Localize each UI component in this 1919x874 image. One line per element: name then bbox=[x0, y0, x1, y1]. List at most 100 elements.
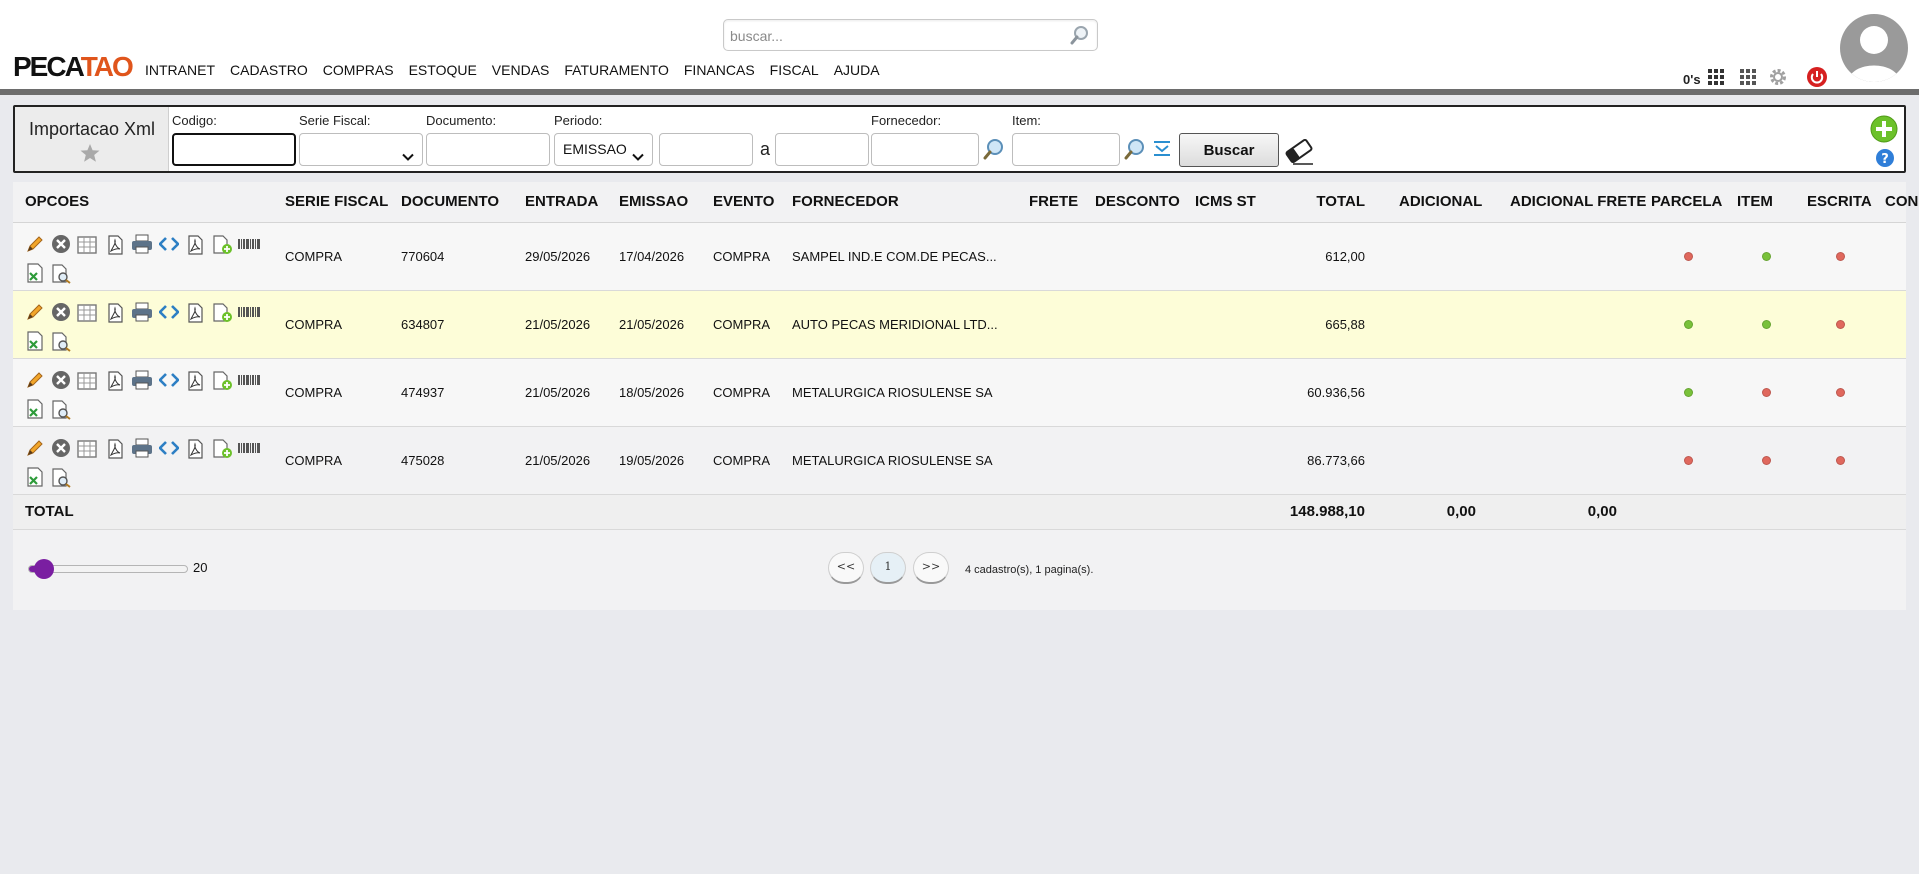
spreadsheet-icon[interactable] bbox=[77, 439, 97, 462]
edit-icon[interactable] bbox=[25, 234, 45, 257]
expand-filters-icon[interactable] bbox=[1153, 140, 1171, 161]
parcela-status-dot[interactable] bbox=[1683, 387, 1693, 397]
barcode-icon[interactable] bbox=[238, 373, 260, 390]
col-header-adicional-frete[interactable]: ADICIONAL FRETE bbox=[1498, 182, 1646, 223]
codigo-input[interactable] bbox=[172, 133, 296, 166]
fornecedor-search-icon[interactable] bbox=[982, 137, 1006, 164]
pdf-icon[interactable] bbox=[105, 303, 125, 326]
edit-icon[interactable] bbox=[25, 302, 45, 325]
grid-icon[interactable] bbox=[1707, 68, 1725, 89]
table-row[interactable]: COMPRA 475028 21/05/2026 19/05/2026 COMP… bbox=[13, 426, 1906, 495]
eraser-icon[interactable] bbox=[1283, 136, 1315, 169]
print-icon[interactable] bbox=[131, 438, 153, 461]
add-document-icon[interactable] bbox=[211, 303, 233, 326]
col-header-conf[interactable]: CONF bbox=[1873, 182, 1919, 223]
add-icon[interactable] bbox=[1870, 115, 1898, 146]
cancel-icon[interactable] bbox=[51, 302, 71, 325]
nav-item-financas[interactable]: FINANCAS bbox=[684, 62, 755, 78]
avatar[interactable] bbox=[1840, 14, 1908, 82]
page-size-slider-thumb[interactable] bbox=[34, 559, 54, 579]
parcela-status-dot[interactable] bbox=[1683, 455, 1693, 465]
gear-icon[interactable] bbox=[1768, 67, 1788, 90]
parcela-status-dot[interactable] bbox=[1683, 251, 1693, 261]
cancel-icon[interactable] bbox=[51, 438, 71, 461]
table-row[interactable]: COMPRA 474937 21/05/2026 18/05/2026 COMP… bbox=[13, 358, 1906, 427]
help-icon[interactable]: ? bbox=[1875, 148, 1895, 171]
power-icon[interactable] bbox=[1806, 66, 1828, 91]
serie-fiscal-select[interactable] bbox=[299, 133, 423, 166]
spreadsheet-icon[interactable] bbox=[77, 371, 97, 394]
nav-item-fiscal[interactable]: FISCAL bbox=[770, 62, 819, 78]
add-document-icon[interactable] bbox=[211, 235, 233, 258]
item-status-dot[interactable] bbox=[1761, 455, 1771, 465]
fornecedor-input[interactable] bbox=[871, 133, 979, 166]
col-header-serie-fiscal[interactable]: SERIE FISCAL bbox=[273, 182, 389, 223]
search-icon[interactable] bbox=[1069, 24, 1091, 49]
col-header-emissao[interactable]: EMISSAO bbox=[607, 182, 701, 223]
col-header-opcoes[interactable]: OPCOES bbox=[13, 182, 273, 223]
view-document-icon[interactable] bbox=[51, 332, 71, 355]
xml-code-icon[interactable] bbox=[158, 304, 180, 323]
item-status-dot[interactable] bbox=[1761, 319, 1771, 329]
nav-item-vendas[interactable]: VENDAS bbox=[492, 62, 550, 78]
item-status-dot[interactable] bbox=[1761, 387, 1771, 397]
view-document-icon[interactable] bbox=[51, 468, 71, 491]
nav-item-intranet[interactable]: INTRANET bbox=[145, 62, 215, 78]
xml-code-icon[interactable] bbox=[158, 372, 180, 391]
print-icon[interactable] bbox=[131, 234, 153, 257]
excel-icon[interactable] bbox=[25, 331, 45, 354]
documento-input[interactable] bbox=[426, 133, 550, 166]
col-header-desconto[interactable]: DESCONTO bbox=[1083, 182, 1183, 223]
xml-code-icon[interactable] bbox=[158, 236, 180, 255]
barcode-icon[interactable] bbox=[238, 305, 260, 322]
buscar-button[interactable]: Buscar bbox=[1179, 133, 1279, 167]
add-document-icon[interactable] bbox=[211, 439, 233, 462]
spreadsheet-icon[interactable] bbox=[77, 235, 97, 258]
item-search-icon[interactable] bbox=[1123, 137, 1147, 164]
periodo-to-input[interactable] bbox=[775, 133, 869, 166]
pdf-icon[interactable] bbox=[105, 371, 125, 394]
view-document-icon[interactable] bbox=[51, 400, 71, 423]
col-header-parcela[interactable]: PARCELA bbox=[1639, 182, 1725, 223]
print-icon[interactable] bbox=[131, 370, 153, 393]
pdf-export-icon[interactable] bbox=[185, 439, 205, 462]
pdf-icon[interactable] bbox=[105, 235, 125, 258]
spreadsheet-icon[interactable] bbox=[77, 303, 97, 326]
page-1-button[interactable]: 1 bbox=[870, 552, 906, 584]
nav-item-estoque[interactable]: ESTOQUE bbox=[409, 62, 477, 78]
nav-item-compras[interactable]: COMPRAS bbox=[323, 62, 394, 78]
apps-icon[interactable] bbox=[1739, 68, 1757, 89]
escrita-status-dot[interactable] bbox=[1835, 455, 1845, 465]
col-header-entrada[interactable]: ENTRADA bbox=[513, 182, 607, 223]
col-header-escrita[interactable]: ESCRITA bbox=[1795, 182, 1873, 223]
app-logo[interactable]: PECATAO bbox=[13, 49, 134, 85]
add-document-icon[interactable] bbox=[211, 371, 233, 394]
view-document-icon[interactable] bbox=[51, 264, 71, 287]
next-page-button[interactable]: >> bbox=[913, 552, 949, 584]
pdf-export-icon[interactable] bbox=[185, 303, 205, 326]
table-row[interactable]: COMPRA 770604 29/05/2026 17/04/2026 COMP… bbox=[13, 222, 1906, 291]
col-header-icms-st[interactable]: ICMS ST bbox=[1183, 182, 1270, 223]
escrita-status-dot[interactable] bbox=[1835, 387, 1845, 397]
col-header-evento[interactable]: EVENTO bbox=[701, 182, 780, 223]
col-header-item[interactable]: ITEM bbox=[1725, 182, 1795, 223]
col-header-total[interactable]: TOTAL bbox=[1270, 182, 1387, 223]
item-input[interactable] bbox=[1012, 133, 1120, 166]
global-search-input[interactable] bbox=[728, 26, 1048, 46]
nav-item-ajuda[interactable]: AJUDA bbox=[834, 62, 880, 78]
star-icon[interactable] bbox=[79, 143, 101, 166]
print-icon[interactable] bbox=[131, 302, 153, 325]
col-header-adicional[interactable]: ADICIONAL bbox=[1387, 182, 1498, 223]
parcela-status-dot[interactable] bbox=[1683, 319, 1693, 329]
periodo-from-input[interactable] bbox=[659, 133, 753, 166]
col-header-frete[interactable]: FRETE bbox=[1017, 182, 1083, 223]
excel-icon[interactable] bbox=[25, 263, 45, 286]
col-header-documento[interactable]: DOCUMENTO bbox=[389, 182, 513, 223]
pdf-export-icon[interactable] bbox=[185, 371, 205, 394]
col-header-fornecedor[interactable]: FORNECEDOR bbox=[780, 182, 1017, 223]
item-status-dot[interactable] bbox=[1761, 251, 1771, 261]
escrita-status-dot[interactable] bbox=[1835, 319, 1845, 329]
edit-icon[interactable] bbox=[25, 370, 45, 393]
xml-code-icon[interactable] bbox=[158, 440, 180, 459]
barcode-icon[interactable] bbox=[238, 441, 260, 458]
